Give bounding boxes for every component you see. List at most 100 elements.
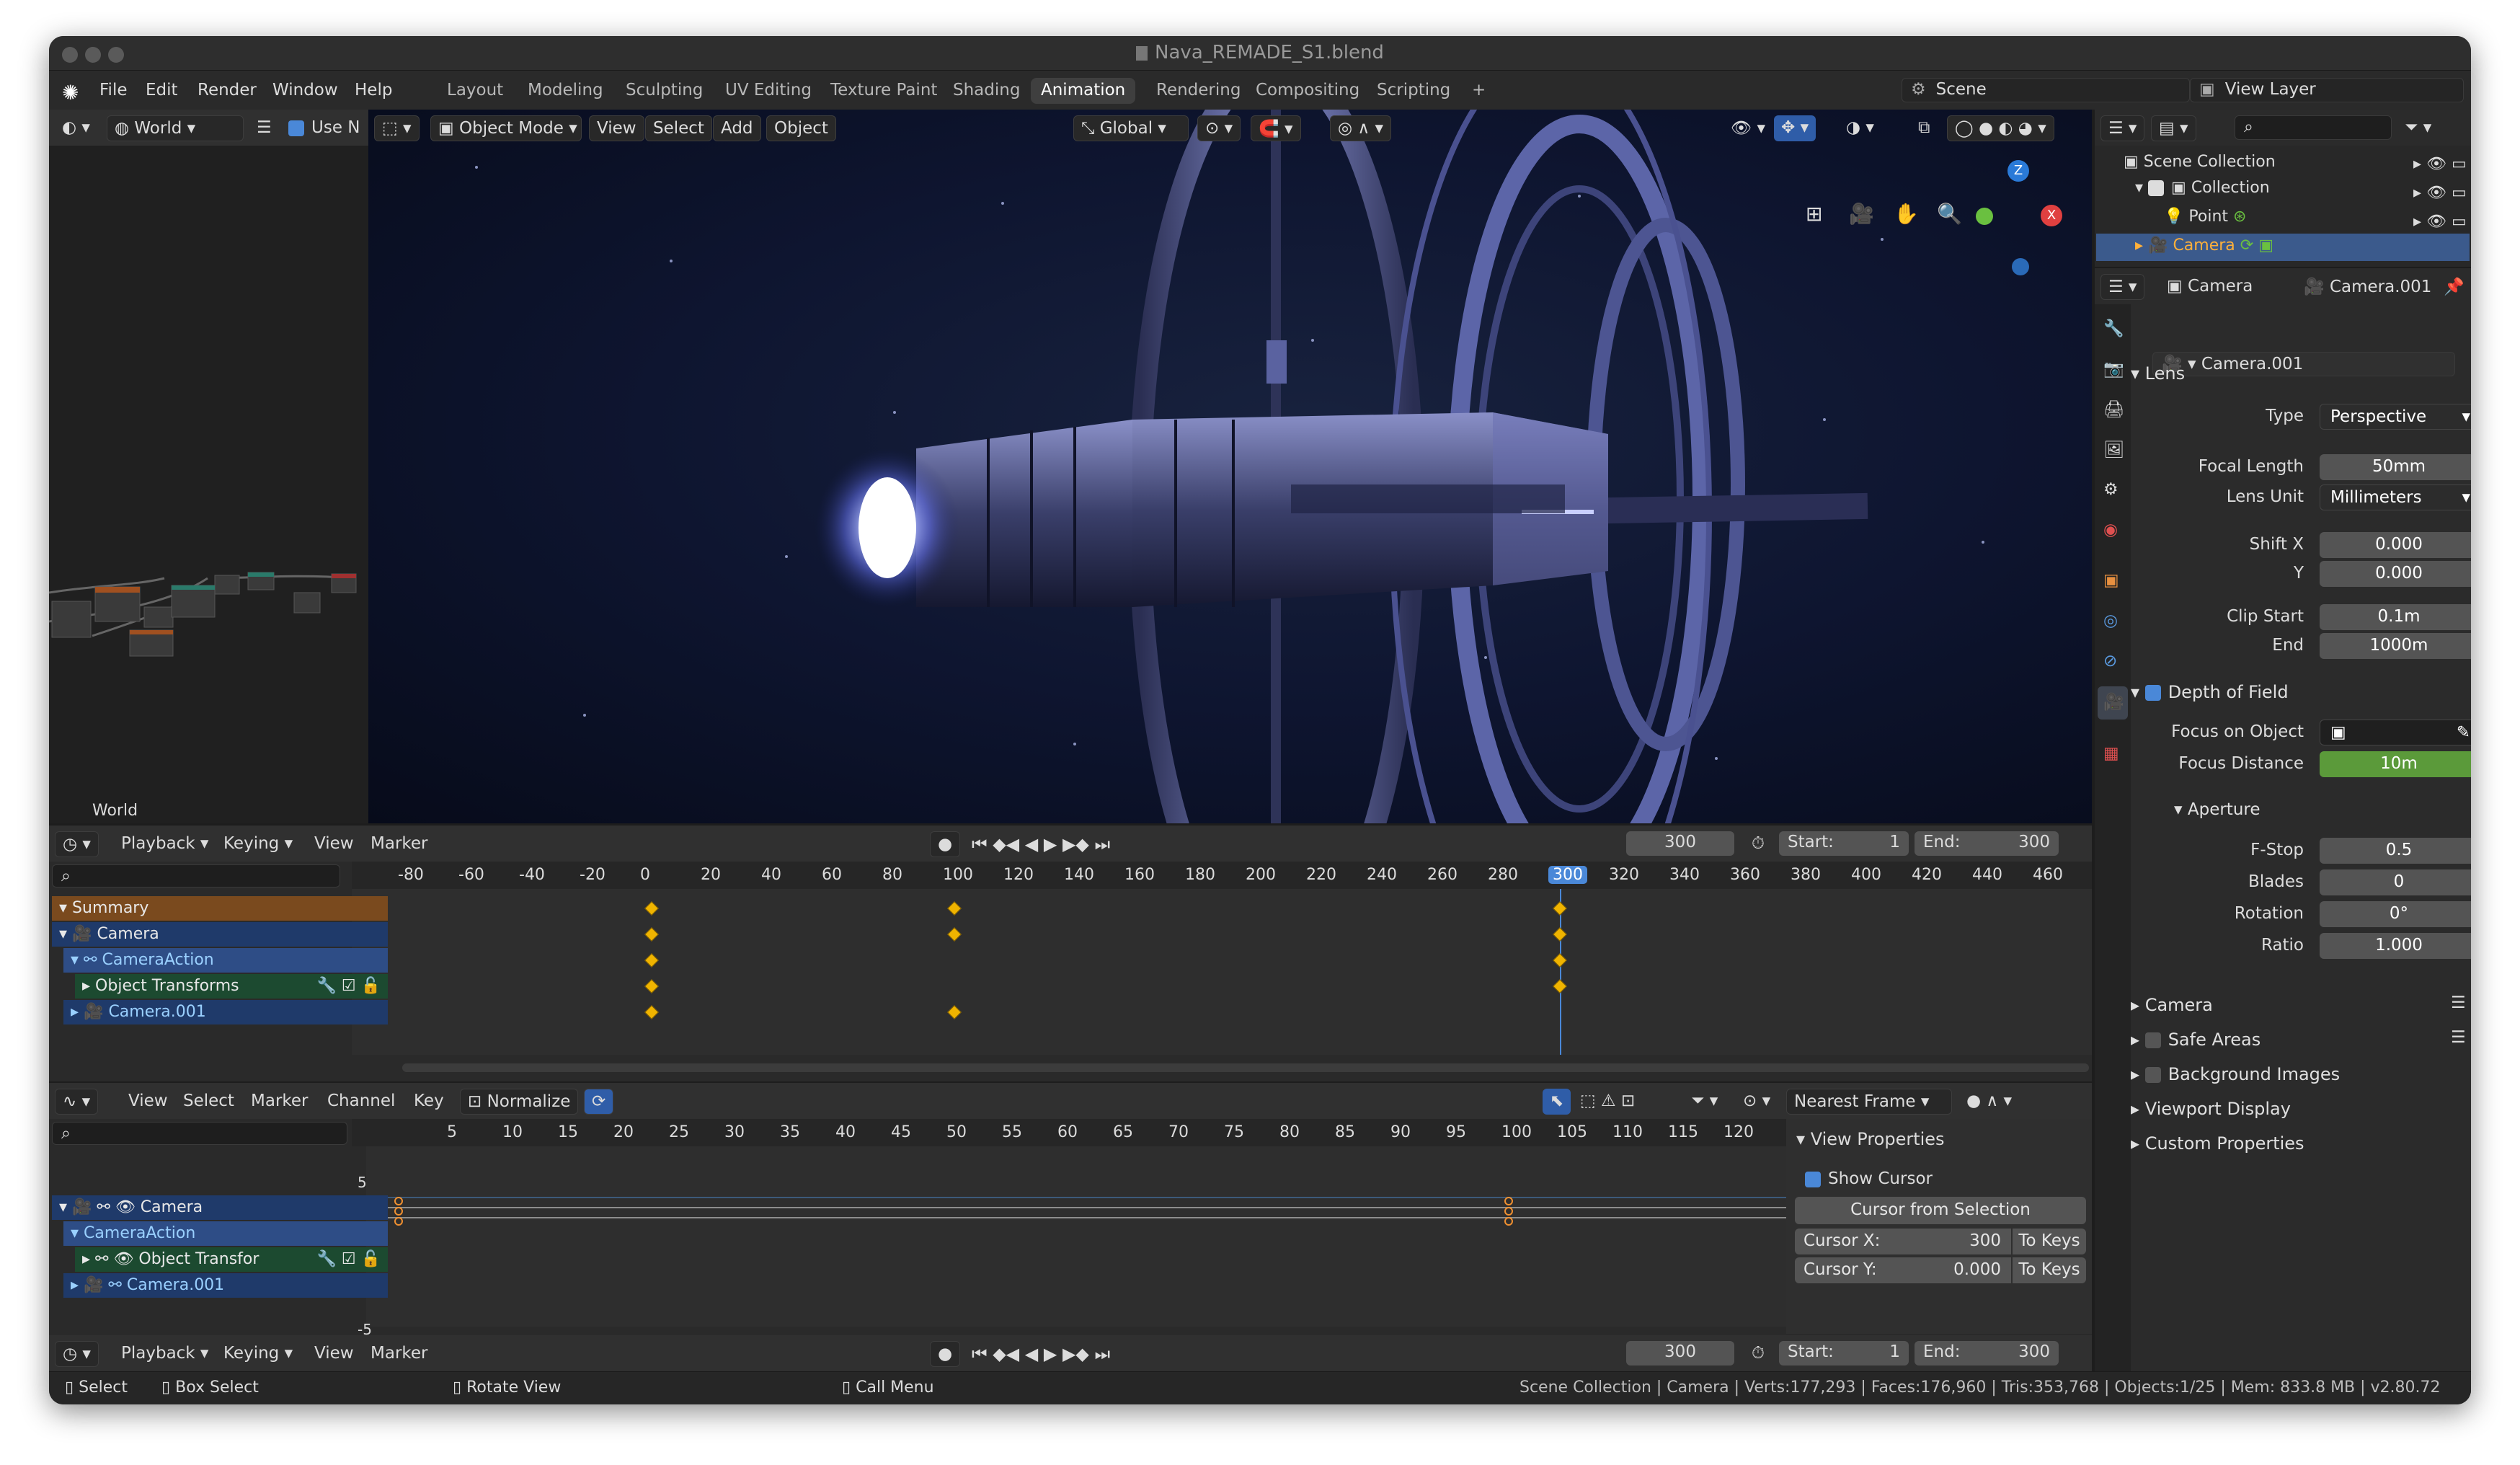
custom-properties-panel-header[interactable]: ▸ Custom Properties [2131,1133,2304,1154]
graph-menu-view[interactable]: View [121,1089,175,1115]
cursor-y-field[interactable]: Cursor Y: 0.000 [1795,1257,2011,1283]
texture-tab-icon[interactable]: ▦ [2103,744,2119,763]
lens-panel-header[interactable]: ▾ Lens [2131,363,2185,384]
graph-menu-key[interactable]: Key [407,1089,451,1115]
playback-controls[interactable]: ⏮ ◆◀ ◀ ▶ ▶◆ ⏭ [964,831,1117,857]
frame-ruler[interactable]: -80 -60 -40 -20 0 20 40 60 80 100 120 140 160 180 200 2… [352,862,2092,889]
output-tab-icon[interactable]: 🖨 [2103,399,2124,419]
clip-end-field[interactable]: 1000m [2320,633,2471,659]
pivot-point-icon[interactable]: ⊙ ▾ [1736,1089,1778,1115]
clock-icon[interactable]: ⏱ [1744,831,1772,857]
node-editor[interactable]: ◐ ▾ ◍ World ▾ ☰ Use N World [49,110,368,823]
object-tab-icon[interactable]: ▣ [2103,571,2119,590]
blender-logo-icon[interactable]: ✺ [62,81,79,105]
shift-x-field[interactable]: 0.000 [2320,532,2471,558]
graph-channel-camera-action[interactable]: ▾ CameraAction [63,1221,388,1246]
tab-layout[interactable]: Layout [437,78,513,104]
outliner[interactable]: ☰ ▾ ▤ ▾ ⌕ ⏷ ▾ ▣ Scene Collection ▾ ▣ Col… [2095,110,2471,267]
scene-collection-row[interactable]: ▣ Scene Collection [2124,153,2276,171]
tab-modeling[interactable]: Modeling [518,78,613,104]
render-tab-icon[interactable]: 📷 [2103,359,2124,379]
outliner-restrict-icons[interactable]: ▸ 👁 ▭ ▸ 👁 ▭ ▸ 👁 ▭ [2413,150,2467,236]
clip-start-field[interactable]: 0.1m [2320,604,2471,630]
physics-tab-icon[interactable]: ◎ [2103,611,2118,630]
shading-modes-icon[interactable]: ◯ ● ◐ ◕ ▾ [1947,115,2054,141]
auto-normalize-icon[interactable]: ⟳ [584,1089,614,1115]
timeline-end-field[interactable]: End: 300 [1915,1341,2059,1366]
cursor-x-to-keys-button[interactable]: To Keys [2013,1229,2086,1254]
node-box[interactable] [293,592,321,614]
keying-menu[interactable]: Keying ▾ [216,831,300,857]
channel-camera[interactable]: ▾ 🎥 Camera [52,922,388,947]
camera-datablock-field[interactable]: 🎥 ▾ Camera.001 [2152,352,2455,376]
curve-keyframe-point[interactable] [394,1197,403,1205]
aperture-subpanel-header[interactable]: ▾ Aperture [2174,800,2261,819]
timeline-current-frame-field[interactable]: 300 [1626,1341,1734,1366]
tab-uv-editing[interactable]: UV Editing [715,78,822,104]
proportional-edit-icon[interactable]: ◎ ∧ ▾ [1330,115,1392,141]
rotation-field[interactable]: 0° [2320,901,2471,927]
tab-animation[interactable]: Animation [1031,78,1136,104]
outliner-type-icon[interactable]: ☰ ▾ [2100,115,2145,141]
viewport-menu-add[interactable]: Add [713,115,761,141]
point-light-row[interactable]: 💡 Point ⊛ [2164,208,2246,226]
x-axis-icon[interactable]: X [2041,205,2062,226]
curve-keyframe-point[interactable] [394,1217,403,1226]
focal-length-field[interactable]: 50mm [2320,454,2471,480]
channel-toggle-icons[interactable]: 🔧 ☑ 🔓 [317,1250,381,1268]
curve-keyframe-point[interactable] [394,1207,403,1216]
marker-menu[interactable]: Marker [363,831,435,857]
show-cursor-checkbox[interactable]: Show Cursor [1805,1169,1933,1188]
editor-type-icon[interactable]: ◐ ▾ [55,115,97,141]
view-menu[interactable]: View [307,831,361,857]
background-images-checkbox[interactable] [2144,1067,2161,1083]
graph-menu-select[interactable]: Select [176,1089,241,1115]
view-properties-header[interactable]: ▾ View Properties [1796,1129,1945,1149]
select-tool-icon[interactable]: ⬉ [1543,1089,1571,1115]
channel-toggle-icons[interactable]: 🔧 ☑ 🔓 [317,977,381,995]
timeline-start-field[interactable]: Start: 1 [1779,1341,1909,1366]
node-box[interactable] [51,601,92,638]
proportional-icon[interactable]: ● ∧ ▾ [1959,1089,2019,1115]
menu-edit[interactable]: Edit [146,81,178,99]
type-dropdown[interactable]: Perspective ▾ [2320,404,2471,430]
pivot-icon[interactable]: ⊙ ▾ [1197,115,1241,141]
end-frame-field[interactable]: End: 300 [1915,831,2059,856]
visibility-icon[interactable]: 👁 ▾ [1723,115,1773,141]
menu-file[interactable]: File [99,81,128,99]
tab-sculpting[interactable]: Sculpting [616,78,713,104]
viewport-display-panel-header[interactable]: ▸ Viewport Display [2131,1099,2291,1119]
graph-editor[interactable]: ∿ ▾ View Select Marker Channel Key ⊡ Nor… [49,1083,2092,1367]
context-object[interactable]: ▣ Camera [2160,274,2260,300]
properties-editor[interactable]: ☰ ▾ ▣ Camera 🎥 Camera.001 📌 🔧 📷 🖨 🖼 ⚙ ◉ … [2095,268,2471,1404]
display-mode-icon[interactable]: ▤ ▾ [2151,115,2196,141]
tab-texture-paint[interactable]: Texture Paint [820,78,947,104]
world-selector[interactable]: ◍ World ▾ [107,115,244,141]
viewport-menu-select[interactable]: Select [645,115,712,141]
viewport-menu-view[interactable]: View [589,115,644,141]
constraints-tab-icon[interactable]: ⊘ [2103,652,2117,670]
focus-distance-field[interactable]: 10m [2320,751,2471,777]
timeline-playback-controls[interactable]: ⏮ ◆◀ ◀ ▶ ▶◆ ⏭ [964,1341,1117,1367]
fstop-field[interactable]: 0.5 [2320,838,2471,864]
xray-icon[interactable]: ⧉ [1911,115,1937,141]
record-button[interactable]: ● [930,1341,961,1367]
menu-help[interactable]: Help [355,81,392,99]
safe-areas-checkbox[interactable] [2144,1032,2161,1048]
menu-icon[interactable]: ☰ [249,115,279,141]
shift-y-field[interactable]: 0.000 [2320,561,2471,587]
editor-type-icon[interactable]: ⬚ ▾ [374,115,420,141]
pan-hand-icon[interactable]: ✋ [1894,202,1919,226]
scene-selector[interactable]: ⚙ Scene [1902,78,2190,102]
tab-shading[interactable]: Shading [943,78,1030,104]
channel-summary[interactable]: ▾ Summary [52,896,388,921]
preset-list-icon[interactable]: ☰ [2451,1028,2466,1047]
grid-view-icon[interactable]: ⊞ [1806,202,1822,226]
3d-viewport[interactable]: ⬚ ▾ ▣ Object Mode ▾ View Select Add Obje… [368,110,2092,823]
editor-type-icon[interactable]: ∿ ▾ [55,1089,99,1115]
menu-window[interactable]: Window [272,81,338,99]
curve-area[interactable] [366,1146,1786,1327]
navigation-gizmo[interactable]: Z X [1961,160,2077,275]
viewport-menu-object[interactable]: Object [766,115,836,141]
channel-camera-action[interactable]: ▾ ⚯ CameraAction [63,948,388,973]
